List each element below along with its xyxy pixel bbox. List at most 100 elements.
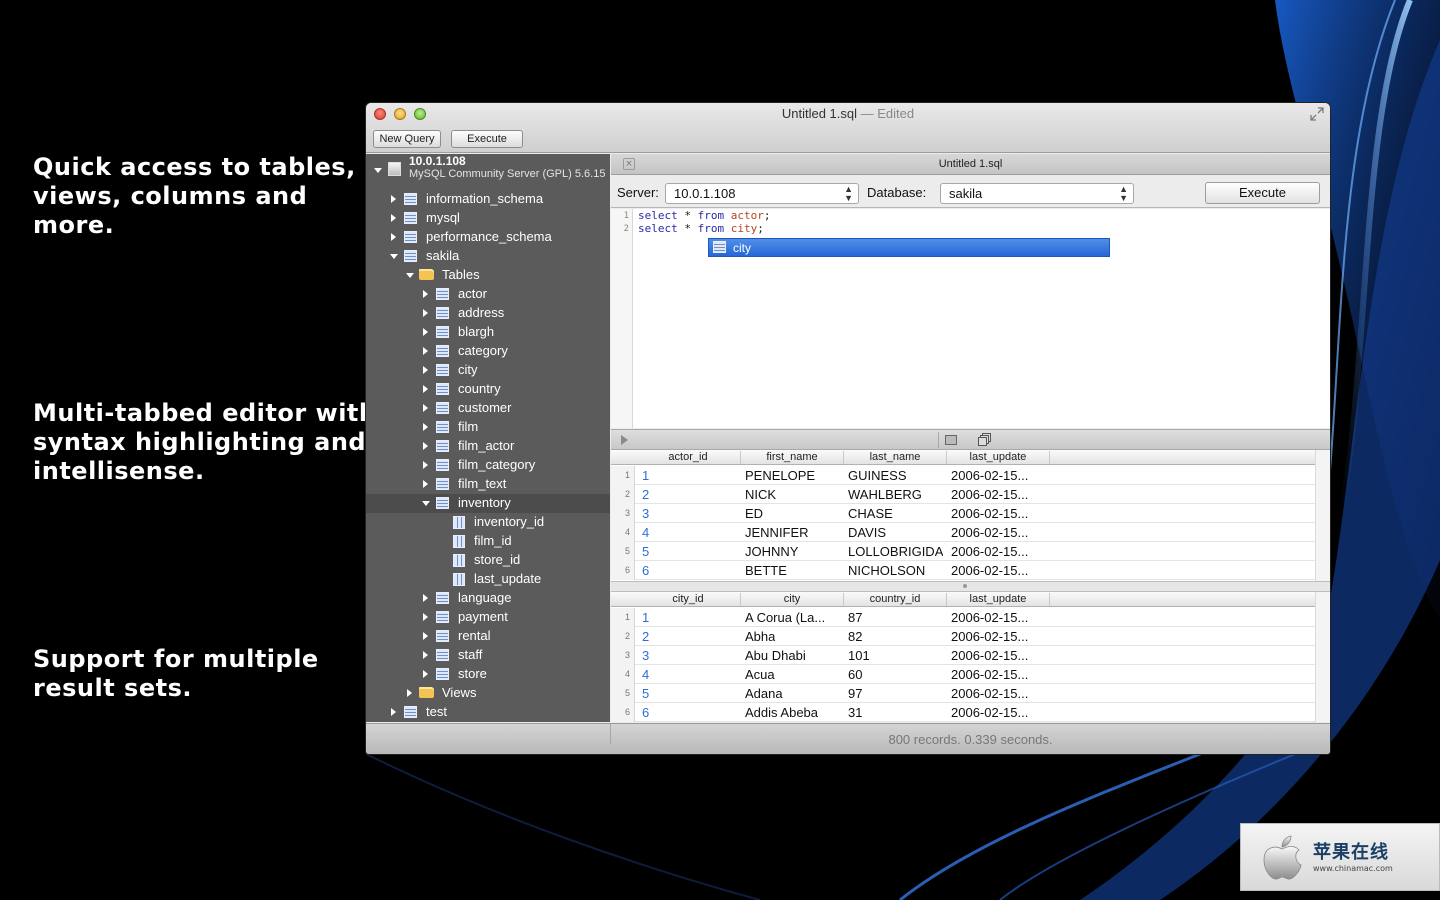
tree-table-blargh[interactable]: blargh — [366, 323, 610, 342]
cell-city-id[interactable]: 4 — [642, 667, 649, 682]
tab-untitled-1[interactable]: Untitled 1.sql — [611, 158, 1330, 170]
tree-table-film-category[interactable]: film_category — [366, 456, 610, 475]
column-header[interactable]: city_id — [636, 593, 741, 606]
tree-table-staff[interactable]: staff — [366, 646, 610, 665]
cell-city-id[interactable]: 1 — [642, 610, 649, 625]
cell-country-id[interactable]: 82 — [848, 629, 862, 644]
disclosure-collapsed-icon[interactable] — [423, 594, 428, 602]
cell-actor-id[interactable]: 1 — [642, 468, 649, 483]
table-row[interactable]: 2 2 NICK WAHLBERG 2006-02-15... — [611, 485, 1315, 504]
grid-scrollbar[interactable] — [1315, 592, 1330, 722]
disclosure-expanded-icon[interactable] — [422, 501, 430, 506]
cell-country-id[interactable]: 60 — [848, 667, 862, 682]
tree-table-rental[interactable]: rental — [366, 627, 610, 646]
disclosure-expanded-icon[interactable] — [390, 254, 398, 259]
tree-schema-sakila[interactable]: sakila — [366, 247, 610, 266]
cell-actor-id[interactable]: 2 — [642, 487, 649, 502]
cell-first-name[interactable]: BETTE — [745, 563, 787, 578]
cell-actor-id[interactable]: 6 — [642, 563, 649, 578]
cell-last-update[interactable]: 2006-02-15... — [951, 468, 1028, 483]
cell-first-name[interactable]: PENELOPE — [745, 468, 815, 483]
disclosure-collapsed-icon[interactable] — [407, 689, 412, 697]
cell-last-name[interactable]: CHASE — [848, 506, 893, 521]
cell-city-id[interactable]: 6 — [642, 705, 649, 720]
tree-table-language[interactable]: language — [366, 589, 610, 608]
table-row[interactable]: 11 A Corua (La... 87 2006-02-15... — [611, 608, 1315, 627]
execute-button[interactable]: Execute — [1205, 182, 1320, 204]
disclosure-collapsed-icon[interactable] — [423, 309, 428, 317]
column-header[interactable]: actor_id — [636, 451, 741, 464]
table-row[interactable]: 2 2 Abha 82 2006-02-15... — [611, 627, 1315, 646]
toolbar-execute-button[interactable]: Execute — [451, 130, 523, 148]
server-select[interactable]: 10.0.1.108 ▲ ▼ — [665, 183, 859, 204]
disclosure-collapsed-icon[interactable] — [391, 708, 396, 716]
tree-table-city[interactable]: city — [366, 361, 610, 380]
disclosure-expanded-icon[interactable] — [406, 273, 414, 278]
table-row[interactable]: 3 3 ED CHASE 2006-02-15... — [611, 504, 1315, 523]
tree-table-customer[interactable]: customer — [366, 399, 610, 418]
title-bar[interactable]: Untitled 1.sql — Edited New Query Execut… — [366, 103, 1330, 153]
disclosure-collapsed-icon[interactable] — [423, 423, 428, 431]
cell-first-name[interactable]: JENNIFER — [745, 525, 809, 540]
cell-country-id[interactable]: 97 — [848, 686, 862, 701]
tree-folder-tables[interactable]: Tables — [366, 266, 610, 285]
cell-last-name[interactable]: DAVIS — [848, 525, 886, 540]
disclosure-collapsed-icon[interactable] — [423, 613, 428, 621]
toggle-panel-icon[interactable] — [938, 432, 958, 448]
tree-table-inventory[interactable]: inventory — [366, 494, 610, 513]
table-row[interactable]: 3 3 Abu Dhabi 101 2006-02-15... — [611, 646, 1315, 665]
cell-city-id[interactable]: 2 — [642, 629, 649, 644]
result-split-handle[interactable] — [611, 581, 1330, 592]
cell-city-id[interactable]: 5 — [642, 686, 649, 701]
disclosure-collapsed-icon[interactable] — [423, 347, 428, 355]
cell-first-name[interactable]: ED — [745, 506, 763, 521]
tree-table-film[interactable]: film — [366, 418, 610, 437]
fullscreen-icon[interactable] — [1310, 107, 1324, 121]
table-row[interactable]: 4 4 Acua 60 2006-02-15... — [611, 665, 1315, 684]
cell-country-id[interactable]: 87 — [848, 610, 862, 625]
table-row[interactable]: 1 1 PENELOPE GUINESS 2006-02-15... — [611, 466, 1315, 485]
tree-column-last-update[interactable]: last_update — [366, 570, 610, 589]
cell-city[interactable]: Adana — [745, 686, 783, 701]
tree-table-payment[interactable]: payment — [366, 608, 610, 627]
table-row[interactable]: 5 5 Adana 97 2006-02-15... — [611, 684, 1315, 703]
disclosure-collapsed-icon[interactable] — [423, 632, 428, 640]
cell-last-update[interactable]: 2006-02-15... — [951, 705, 1028, 720]
cell-actor-id[interactable]: 3 — [642, 506, 649, 521]
cell-last-update[interactable]: 2006-02-15... — [951, 487, 1028, 502]
disclosure-collapsed-icon[interactable] — [423, 385, 428, 393]
cell-country-id[interactable]: 101 — [848, 648, 870, 663]
tree-column-film-id[interactable]: film_id — [366, 532, 610, 551]
cell-actor-id[interactable]: 4 — [642, 525, 649, 540]
disclosure-expanded-icon[interactable] — [374, 168, 382, 173]
tree-folder-views[interactable]: Views — [366, 684, 610, 703]
tree-server[interactable]: 10.0.1.108 MySQL Community Server (GPL) … — [366, 154, 610, 188]
tree-schema-information-schema[interactable]: information_schema — [366, 190, 610, 209]
column-header[interactable]: city — [741, 593, 844, 606]
disclosure-collapsed-icon[interactable] — [423, 442, 428, 450]
sql-editor[interactable]: 1 2 select * from actor; select * from c… — [611, 209, 1330, 428]
cell-last-name[interactable]: NICHOLSON — [848, 563, 925, 578]
cell-first-name[interactable]: JOHNNY — [745, 544, 798, 559]
cell-city-id[interactable]: 3 — [642, 648, 649, 663]
cell-last-name[interactable]: WAHLBERG — [848, 487, 922, 502]
play-icon[interactable] — [621, 435, 628, 445]
cell-last-update[interactable]: 2006-02-15... — [951, 686, 1028, 701]
tree-table-film-text[interactable]: film_text — [366, 475, 610, 494]
table-row[interactable]: 4 4 JENNIFER DAVIS 2006-02-15... — [611, 523, 1315, 542]
cell-first-name[interactable]: NICK — [745, 487, 776, 502]
cell-last-name[interactable]: LOLLOBRIGIDA — [848, 544, 943, 559]
cell-city[interactable]: Abha — [745, 629, 775, 644]
disclosure-collapsed-icon[interactable] — [391, 214, 396, 222]
cell-city[interactable]: A Corua (La... — [745, 610, 841, 625]
cell-last-update[interactable]: 2006-02-15... — [951, 610, 1028, 625]
tree-schema-performance-schema[interactable]: performance_schema — [366, 228, 610, 247]
cell-city[interactable]: Addis Abeba — [745, 705, 818, 720]
cell-last-update[interactable]: 2006-02-15... — [951, 667, 1028, 682]
disclosure-collapsed-icon[interactable] — [423, 290, 428, 298]
cell-last-update[interactable]: 2006-02-15... — [951, 648, 1028, 663]
cell-last-update[interactable]: 2006-02-15... — [951, 506, 1028, 521]
tree-table-country[interactable]: country — [366, 380, 610, 399]
table-row[interactable]: 6 6 Addis Abeba 31 2006-02-15... — [611, 703, 1315, 722]
disclosure-collapsed-icon[interactable] — [423, 404, 428, 412]
